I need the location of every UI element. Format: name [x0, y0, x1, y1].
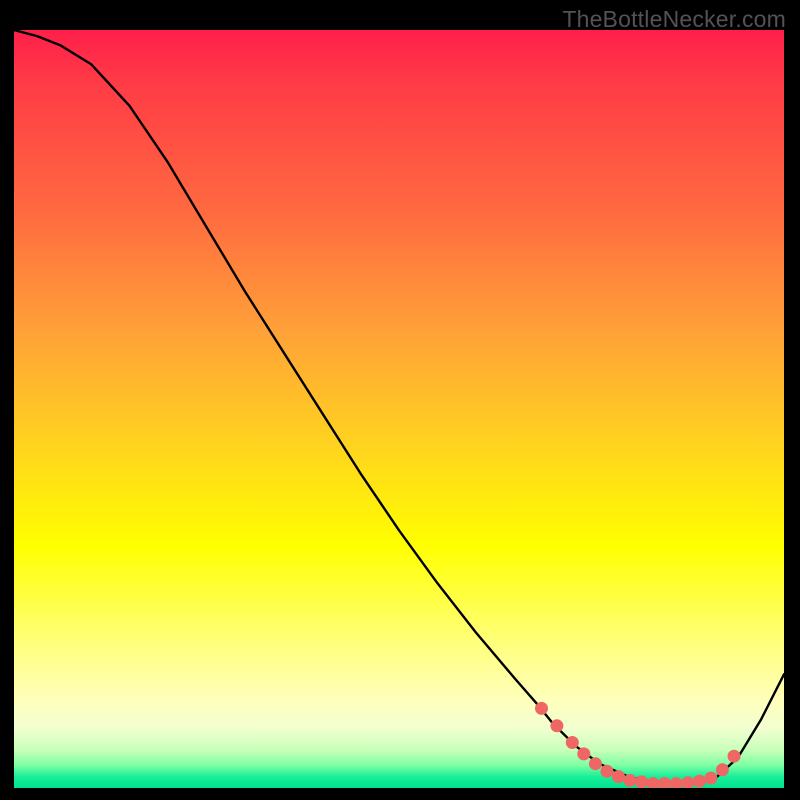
- watermark-text: TheBottleNecker.com: [562, 6, 786, 33]
- plot-area: [14, 30, 784, 788]
